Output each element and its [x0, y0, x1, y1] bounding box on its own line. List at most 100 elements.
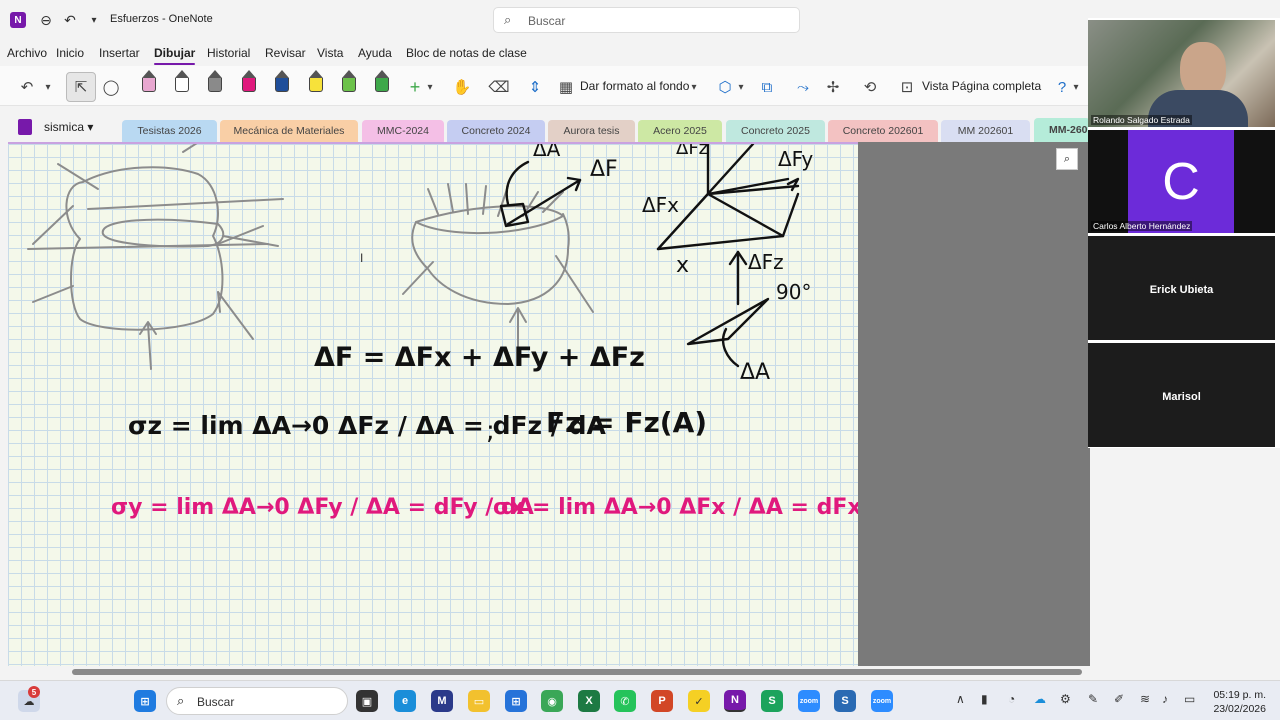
- undo-button-icon[interactable]: ↶: [16, 72, 38, 102]
- menu-historial[interactable]: Historial: [207, 46, 250, 60]
- pen-pink-icon[interactable]: [142, 70, 156, 96]
- help-dropdown-icon[interactable]: ▾: [1070, 72, 1082, 102]
- title-bar: N ⊖ ↶ ▾ Esfuerzos - OneNote ⌕ Buscar: [0, 0, 1090, 40]
- pen-menu-icon[interactable]: ✐: [1114, 692, 1124, 706]
- section-tab[interactable]: MM 202601: [941, 120, 1030, 142]
- section-tab[interactable]: Aurora tesis: [548, 120, 635, 142]
- ink-replay-icon[interactable]: ⟲: [859, 72, 881, 102]
- menu-vista[interactable]: Vista: [317, 46, 343, 60]
- eraser-icon[interactable]: ⌫: [487, 72, 511, 102]
- section-tab[interactable]: MMC-2024: [362, 120, 444, 142]
- onenote-taskbar-icon[interactable]: N: [724, 690, 746, 712]
- note-page-canvas[interactable]: ΔA ΔF ΔFz ΔFy ΔFx x ΔFz 90° ΔA ΔF = ΔFx …: [8, 142, 858, 666]
- horizontal-scrollbar[interactable]: [8, 666, 1090, 678]
- whatsapp-icon[interactable]: ✆: [614, 690, 636, 712]
- ink-label-delta-fz-top: ΔFz: [676, 144, 708, 159]
- pen-magenta-icon[interactable]: [242, 70, 256, 96]
- app-icon[interactable]: M: [431, 690, 453, 712]
- battery-icon[interactable]: ▭: [1184, 692, 1195, 706]
- select-tool-icon[interactable]: ⇱: [66, 72, 96, 102]
- highlighter-green-icon[interactable]: [342, 70, 356, 96]
- ink-to-shape-icon[interactable]: ⧉: [756, 72, 778, 102]
- participant-avatar: C: [1128, 130, 1234, 233]
- section-tab[interactable]: Mecánica de Materiales: [220, 120, 358, 142]
- ink-to-math-icon[interactable]: ✢: [822, 72, 844, 102]
- ink-to-text-icon[interactable]: ⤳: [792, 72, 814, 102]
- format-background-dropdown-icon[interactable]: ▾: [688, 72, 700, 102]
- participant-tile-name[interactable]: Erick Ubieta: [1088, 236, 1275, 340]
- participant-tile-avatar[interactable]: C Carlos Alberto Hernández: [1088, 130, 1275, 233]
- volume-icon[interactable]: ♪: [1162, 692, 1168, 706]
- format-background-label[interactable]: Dar formato al fondo: [580, 79, 689, 93]
- zoom-icon-2[interactable]: zoom: [871, 690, 893, 712]
- app-s-icon[interactable]: S: [761, 690, 783, 712]
- clock-time: 05:19 p. m.: [1213, 689, 1266, 701]
- task-view-icon[interactable]: ▣: [356, 690, 378, 712]
- full-page-view-label[interactable]: Vista Página completa: [922, 79, 1041, 93]
- taskbar-search-input[interactable]: ⌕ Buscar: [166, 687, 348, 715]
- notebook-selector[interactable]: sismica ▾: [44, 120, 93, 134]
- pen-grey-icon[interactable]: [208, 70, 222, 96]
- undo-icon[interactable]: ↶: [60, 10, 80, 30]
- menu-ayuda[interactable]: Ayuda: [358, 46, 392, 60]
- pen-tray-icon[interactable]: ✎: [1088, 692, 1098, 706]
- search-input[interactable]: ⌕ Buscar: [493, 7, 800, 33]
- todo-icon[interactable]: ✓: [688, 690, 710, 712]
- participant-tile-camera[interactable]: Rolando Salgado Estrada: [1088, 20, 1275, 127]
- tray-icon[interactable]: ◔: [1008, 692, 1015, 706]
- powerpoint-icon[interactable]: P: [651, 690, 673, 712]
- full-page-view-icon[interactable]: ⊡: [896, 72, 918, 102]
- section-tab[interactable]: Acero 2025: [638, 120, 722, 142]
- section-tab[interactable]: Concreto 2025: [726, 120, 825, 142]
- tray-settings-icon[interactable]: ⚙: [1060, 692, 1071, 706]
- page-search-icon[interactable]: ⌕: [1056, 148, 1078, 170]
- zoom-icon[interactable]: zoom: [798, 690, 820, 712]
- section-tab[interactable]: Tesistas 2026: [122, 120, 217, 142]
- menu-revisar[interactable]: Revisar: [265, 46, 306, 60]
- highlighter-yellow-icon[interactable]: [309, 70, 323, 96]
- add-pen-icon[interactable]: +: [404, 72, 426, 102]
- highlighter-darkgreen-icon[interactable]: [375, 70, 389, 96]
- participant-name: Rolando Salgado Estrada: [1091, 115, 1192, 125]
- format-background-icon[interactable]: ▦: [556, 72, 576, 102]
- menu-dibujar[interactable]: Dibujar: [154, 46, 196, 65]
- participant-name: Marisol: [1162, 390, 1201, 403]
- hand-pan-icon[interactable]: ✋: [450, 72, 474, 102]
- menu-archivo[interactable]: Archivo: [7, 46, 47, 60]
- pen-blue-icon[interactable]: [275, 70, 289, 96]
- undo-dropdown-icon[interactable]: ▾: [40, 72, 56, 102]
- windows-taskbar: ☁ 5 ⊞ ⌕ Buscar ▣ e M ▭ ⊞ ◉ X ✆ P ✓ N S z…: [0, 680, 1280, 720]
- show-hidden-icons-icon[interactable]: ∧: [956, 692, 965, 706]
- help-icon[interactable]: ?: [1052, 72, 1072, 102]
- pen-white-icon[interactable]: [175, 70, 189, 96]
- onedrive-icon[interactable]: ☁: [1034, 692, 1046, 706]
- excel-icon[interactable]: X: [578, 690, 600, 712]
- section-tab[interactable]: Concreto 202601: [828, 120, 938, 142]
- add-pen-dropdown-icon[interactable]: ▾: [424, 72, 436, 102]
- menu-inicio[interactable]: Inicio: [56, 46, 84, 60]
- participant-tile-name[interactable]: Marisol: [1088, 343, 1275, 447]
- app-icon-2[interactable]: S: [834, 690, 856, 712]
- edge-icon[interactable]: e: [394, 690, 416, 712]
- section-tab[interactable]: Concreto 2024: [447, 120, 545, 142]
- notification-badge: 5: [28, 686, 40, 698]
- lasso-tool-icon[interactable]: ◯: [100, 72, 122, 102]
- horizontal-scrollbar-thumb[interactable]: [72, 669, 1082, 675]
- insert-space-icon[interactable]: ⇕: [523, 72, 547, 102]
- file-explorer-icon[interactable]: ▭: [468, 690, 490, 712]
- wifi-icon[interactable]: ≋: [1140, 692, 1150, 706]
- shapes-dropdown-icon[interactable]: ▾: [735, 72, 747, 102]
- menu-bloc-de-notas[interactable]: Bloc de notas de clase: [406, 46, 527, 60]
- vertical-scrollbar[interactable]: [1090, 446, 1100, 666]
- start-windows-icon[interactable]: ⊞: [134, 690, 156, 712]
- shapes-icon[interactable]: ⬡: [715, 72, 735, 102]
- ink-label-delta-fx: ΔFx: [642, 193, 679, 217]
- menu-insertar[interactable]: Insertar: [99, 46, 140, 60]
- system-clock[interactable]: 05:19 p. m. 23/02/2026: [1213, 688, 1266, 716]
- store-icon[interactable]: ⊞: [505, 690, 527, 712]
- section-tab[interactable]: MM-260: [1034, 118, 1090, 142]
- tray-app-icon[interactable]: ▮: [981, 692, 988, 706]
- quick-access-dropdown-icon[interactable]: ▾: [84, 10, 104, 30]
- back-icon[interactable]: ⊖: [36, 10, 56, 30]
- chrome-icon[interactable]: ◉: [541, 690, 563, 712]
